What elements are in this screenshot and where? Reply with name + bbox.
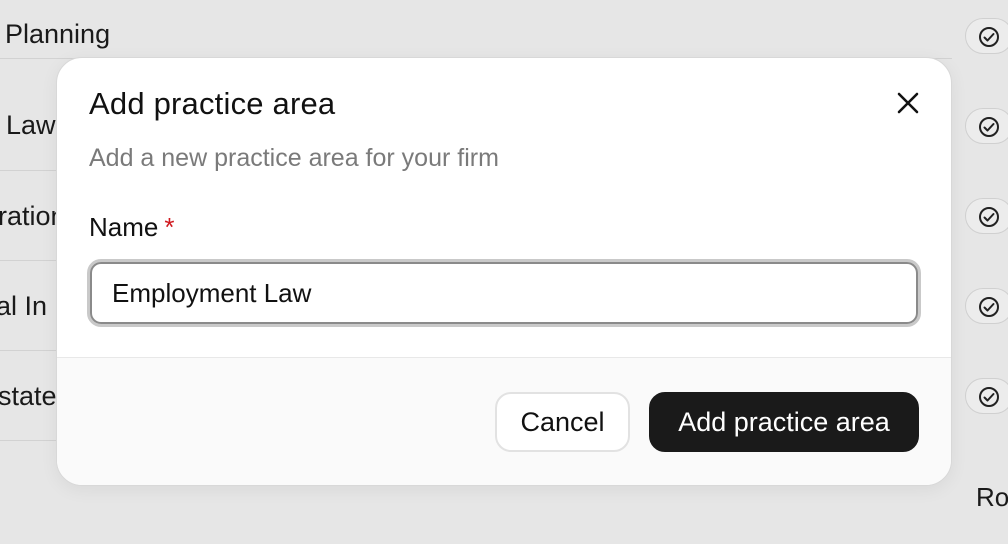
name-input[interactable] <box>90 262 918 324</box>
close-icon <box>897 92 919 114</box>
required-marker: * <box>164 212 175 242</box>
row-status-button[interactable] <box>965 198 1008 234</box>
add-practice-area-dialog: Add practice area Add a new practice are… <box>56 57 952 486</box>
name-label-text: Name <box>89 212 159 242</box>
list-item-label: Planning <box>5 19 111 49</box>
row-status-button[interactable] <box>965 378 1008 414</box>
list-item: Planning <box>0 0 952 59</box>
name-field-label: Name * <box>89 212 174 243</box>
add-practice-area-button[interactable]: Add practice area <box>649 392 919 452</box>
check-circle-icon <box>979 207 999 227</box>
check-circle-icon <box>979 387 999 407</box>
check-circle-icon <box>979 297 999 317</box>
cancel-button[interactable]: Cancel <box>495 392 630 452</box>
list-item-label: state <box>0 381 57 411</box>
row-status-button[interactable] <box>965 18 1008 54</box>
row-status-button[interactable] <box>965 288 1008 324</box>
name-field-focus-ring <box>87 259 921 327</box>
list-item-label: Law <box>6 110 56 140</box>
dialog-subtitle: Add a new practice area for your firm <box>89 144 499 172</box>
check-circle-icon <box>979 117 999 137</box>
check-circle-icon <box>979 27 999 47</box>
row-status-button[interactable] <box>965 108 1008 144</box>
dialog-footer: Cancel Add practice area <box>57 357 951 485</box>
dialog-title: Add practice area <box>89 86 336 121</box>
close-button[interactable] <box>891 86 925 120</box>
list-item-label: al In <box>0 291 48 321</box>
background-footer-text: Ro <box>976 482 1008 512</box>
